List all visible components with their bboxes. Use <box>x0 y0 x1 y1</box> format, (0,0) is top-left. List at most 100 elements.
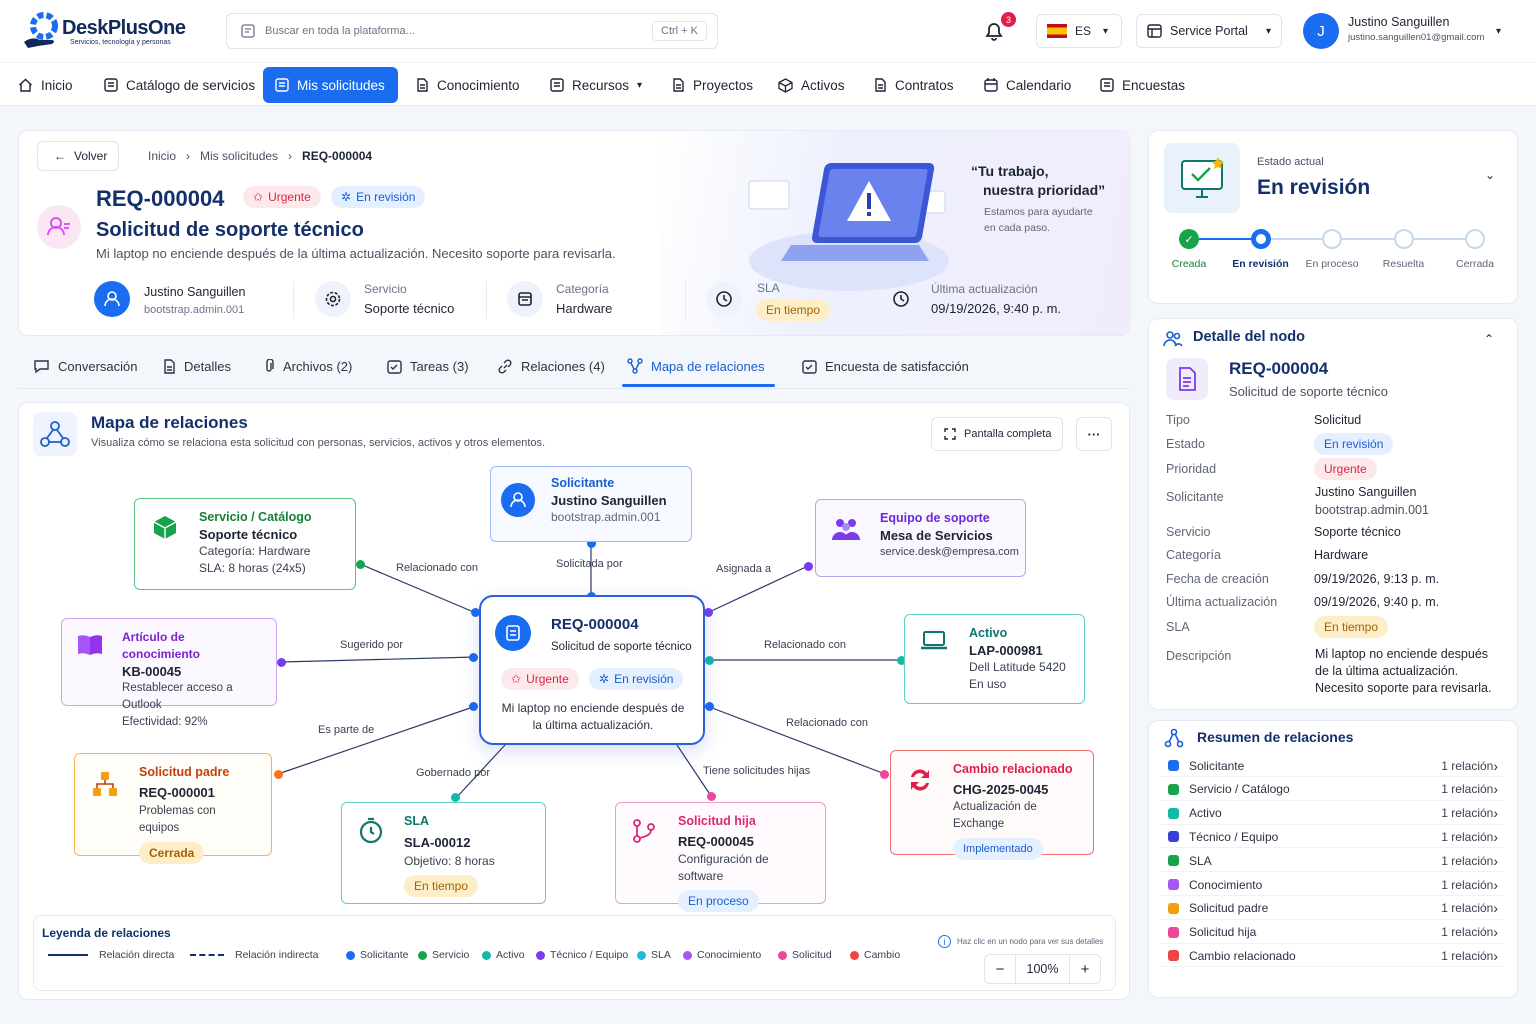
center-status-badge: ✲ En revisión <box>589 668 684 690</box>
edge-dot <box>469 653 478 662</box>
stepper-progress <box>1189 238 1261 240</box>
chevron-up-icon[interactable]: ⌃ <box>1484 332 1494 346</box>
solid-line-icon <box>48 954 88 956</box>
step-label: Resuelta <box>1382 258 1425 270</box>
zoom-out-button[interactable]: − <box>985 961 1015 978</box>
relation-type-icon <box>1168 783 1179 795</box>
node-detail-subtitle: Solicitud de soporte técnico <box>1229 384 1388 399</box>
edge-dot <box>274 770 283 779</box>
summary-row-count: 1 relación <box>1441 948 1494 963</box>
summary-row-name: Servicio / Catálogo <box>1188 782 1290 797</box>
node-knowledge[interactable]: Artículo de conocimiento KB-00045 Restab… <box>61 618 277 728</box>
chevron-right-icon: › <box>1493 947 1498 964</box>
edge-dot <box>704 608 713 617</box>
step-label: Creada <box>1171 258 1207 270</box>
summary-row[interactable]: Servicio / Catálogo 1 relación › <box>1162 779 1504 801</box>
star-icon: ✩ <box>511 672 522 686</box>
detail-descripcion: Mi laptop no enciende después de la últi… <box>1315 647 1492 695</box>
center-node-desc: Mi laptop no enciende después de la últi… <box>501 701 685 732</box>
monitor-check-icon <box>1164 143 1240 213</box>
summary-row[interactable]: Técnico / Equipo 1 relación › <box>1162 826 1504 849</box>
summary-row-name: SLA <box>1188 853 1212 868</box>
summary-row-count: 1 relación <box>1441 829 1494 844</box>
summary-row[interactable]: Solicitud padre 1 relación › <box>1162 898 1504 920</box>
edge-dot <box>451 793 460 802</box>
summary-row[interactable]: SLA 1 relación › <box>1162 850 1504 873</box>
summary-row-name: Técnico / Equipo <box>1188 829 1279 844</box>
chevron-right-icon: › <box>1493 757 1498 774</box>
legend-direct: Relación directa <box>48 949 174 961</box>
summary-row-count: 1 relación <box>1441 782 1494 797</box>
relation-type-icon <box>1168 879 1179 890</box>
node-asset[interactable]: Activo LAP-000981 Dell Latitude 5420 En … <box>904 614 1085 704</box>
summary-row-name: Solicitante <box>1188 758 1245 773</box>
chevron-down-icon[interactable]: ⌄ <box>1485 168 1495 182</box>
node-child[interactable]: Solicitud hija REQ-000045 Configuración … <box>615 802 826 912</box>
chevron-right-icon: › <box>1493 781 1498 798</box>
stopwatch-icon <box>356 815 386 845</box>
legend-item-tecnico: Técnico / Equipo <box>536 949 628 961</box>
chevron-right-icon: › <box>1493 805 1498 822</box>
sla-status-badge: En tiempo <box>404 875 479 897</box>
edge-label-child: Tiene solicitudes hijas <box>703 765 811 777</box>
team-icon <box>830 514 862 544</box>
relation-type-icon <box>1168 902 1179 914</box>
zoom-in-button[interactable]: + <box>1070 961 1100 978</box>
node-parent[interactable]: Solicitud padre REQ-000001 Problemas con… <box>74 753 272 864</box>
legend-title: Leyenda de relaciones <box>42 926 171 940</box>
detail-row-prioridad: Prioridad Urgente <box>1166 458 1506 480</box>
summary-row[interactable]: Conocimiento 1 relación › <box>1162 874 1504 896</box>
summary-row-count: 1 relación <box>1441 925 1494 940</box>
hierarchy-icon <box>1164 728 1184 748</box>
summary-row-name: Conocimiento <box>1188 877 1263 892</box>
legend-hint: i Haz clic en un nodo para ver sus detall… <box>938 935 1103 948</box>
node-team[interactable]: Equipo de soporte Mesa de Servicios serv… <box>815 499 1026 577</box>
detail-solicitante-login: bootstrap.admin.001 <box>1315 503 1429 517</box>
edge-label-parent: Es parte de <box>318 724 375 736</box>
legend-item-solicitante: Solicitante <box>346 949 408 961</box>
open-book-icon <box>76 633 104 657</box>
edge-kb <box>280 656 477 663</box>
detail-row-servicio: Servicio Soporte técnico <box>1166 525 1401 539</box>
zoom-control: − 100% + <box>984 954 1101 984</box>
legend-item-cambio: Cambio <box>850 949 900 961</box>
cube-icon <box>151 513 179 541</box>
change-status-badge: Implementado <box>953 838 1043 860</box>
user-icon <box>501 483 535 517</box>
edge-dot <box>804 562 813 571</box>
parent-status-badge: Cerrada <box>139 842 205 864</box>
detail-row-ultima-actualizacion: Última actualización 09/19/2026, 9:40 p. … <box>1166 595 1440 609</box>
summary-row[interactable]: Solicitante 1 relación › <box>1162 755 1504 777</box>
node-sla[interactable]: SLA SLA-00012 Objetivo: 8 horas En tiemp… <box>341 802 546 904</box>
summary-row[interactable]: Cambio relacionado 1 relación › <box>1162 945 1504 968</box>
summary-row[interactable]: Solicitud hija 1 relación › <box>1162 922 1504 944</box>
summary-row-name: Activo <box>1188 806 1222 821</box>
edge-label-team: Asignada a <box>716 563 772 575</box>
people-icon <box>1163 329 1183 349</box>
node-requester[interactable]: Solicitante Justino Sanguillen bootstrap… <box>490 466 692 542</box>
state-value: En revisión <box>1257 176 1371 199</box>
edge-label-service: Relacionado con <box>396 562 478 574</box>
relation-type-icon <box>1168 926 1179 938</box>
chevron-right-icon: › <box>1493 924 1498 941</box>
summary-row[interactable]: Activo 1 relación › <box>1162 803 1504 825</box>
edge-dot <box>469 702 478 711</box>
summary-row-name: Solicitud hija <box>1188 925 1257 940</box>
child-status-badge: En proceso <box>678 890 759 912</box>
center-node[interactable]: REQ-000004 Solicitud de soporte técnico … <box>479 595 705 745</box>
edge-label-sla: Gobernado por <box>416 767 490 779</box>
legend-item-servicio: Servicio <box>418 949 469 961</box>
edge-dot <box>707 792 716 801</box>
step-circle <box>1322 229 1342 249</box>
node-change[interactable]: Cambio relacionado CHG-2025-0045 Actuali… <box>890 750 1094 860</box>
legend-item-activo: Activo <box>482 949 525 961</box>
detail-row-sla: SLA En tiempo <box>1166 616 1506 638</box>
gear-icon: ✲ <box>599 672 610 686</box>
step-circle <box>1465 229 1485 249</box>
edge-dot <box>705 702 714 711</box>
info-icon: i <box>938 935 951 948</box>
dashed-line-icon <box>190 954 224 956</box>
chevron-right-icon: › <box>1493 852 1498 869</box>
node-service[interactable]: Servicio / Catálogo Soporte técnico Cate… <box>134 498 356 590</box>
step-label: En revisión <box>1232 258 1289 270</box>
